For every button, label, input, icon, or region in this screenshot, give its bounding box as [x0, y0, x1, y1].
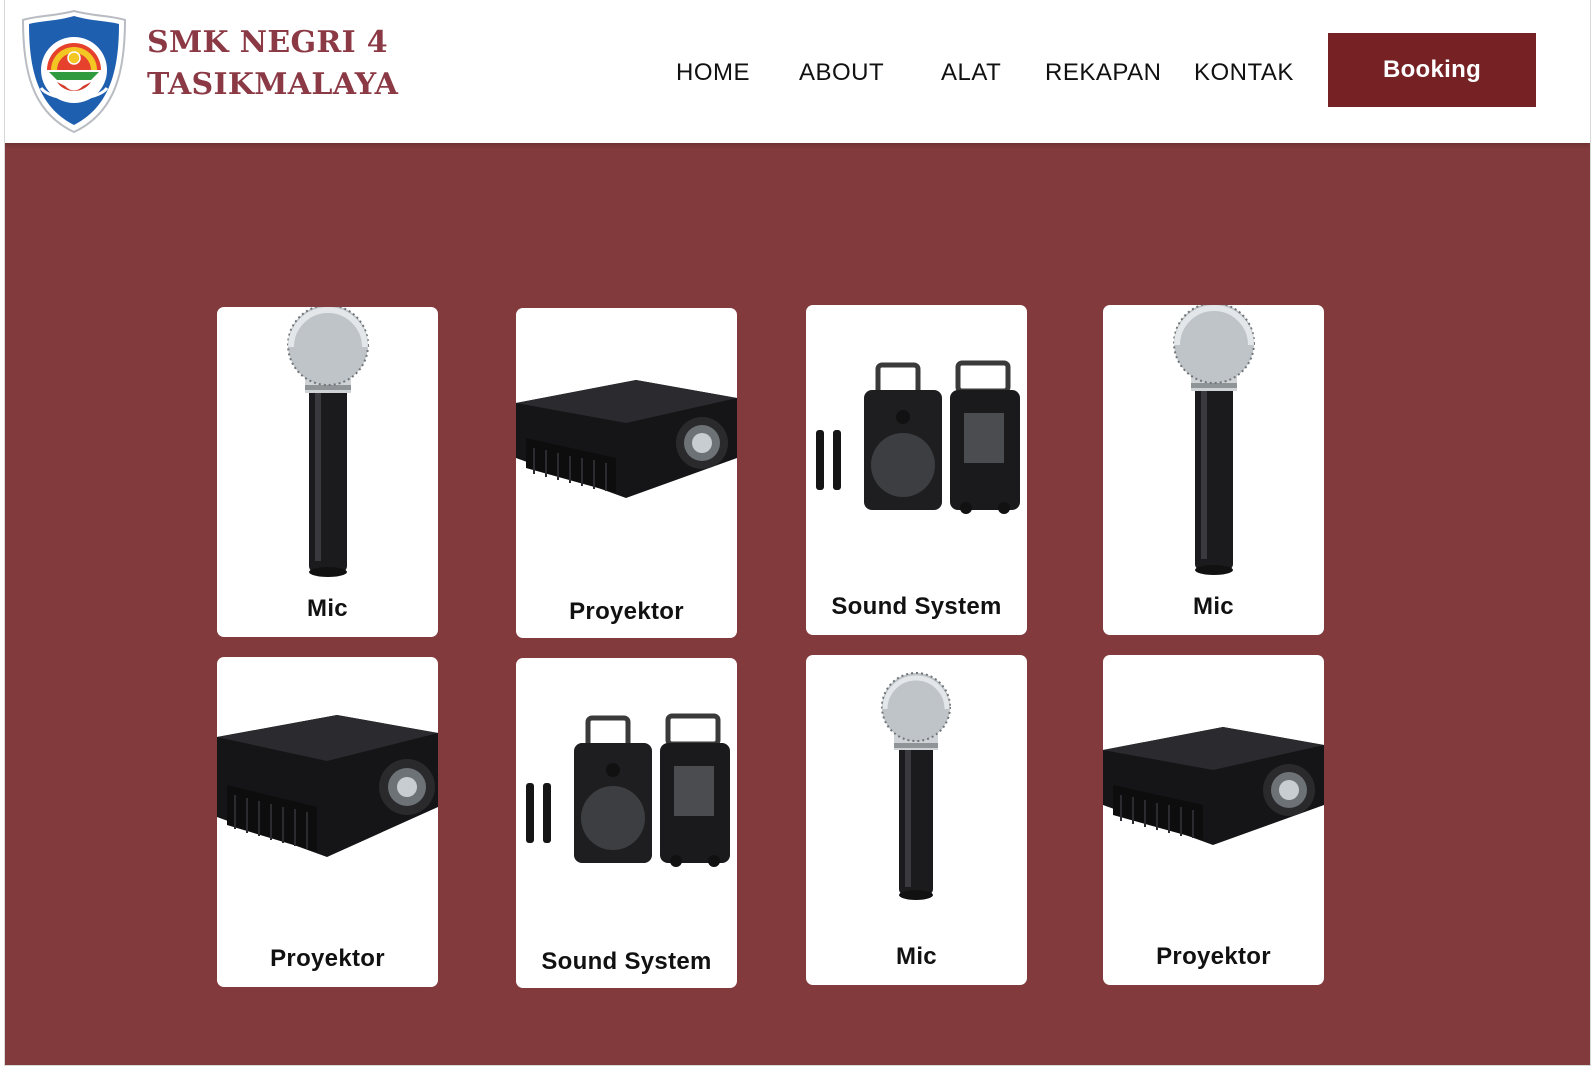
brand-line-1: SMK NEGRI 4: [147, 25, 388, 60]
booking-button[interactable]: Booking: [1328, 33, 1536, 107]
brand-line-2: TASIKMALAYA: [147, 67, 399, 102]
equipment-card-mic[interactable]: Mic: [217, 307, 438, 637]
microphone-image-icon: [1173, 305, 1255, 575]
projector-image-icon: [1103, 727, 1324, 845]
card-label: Sound System: [541, 948, 712, 975]
nav-kontak[interactable]: KONTAK: [1194, 58, 1294, 88]
nav-rekapan[interactable]: REKAPAN: [1045, 58, 1161, 88]
nav-about[interactable]: ABOUT: [799, 58, 884, 88]
card-label: Mic: [896, 943, 937, 970]
equipment-card-mic[interactable]: Mic: [806, 655, 1027, 985]
equipment-card-proyektor[interactable]: Proyektor: [1103, 655, 1324, 985]
equipment-card-proyektor[interactable]: Proyektor: [217, 657, 438, 987]
nav-home[interactable]: HOME: [676, 58, 750, 88]
projector-image-icon: [516, 380, 737, 498]
page-frame: SMK NEGRI 4 TASIKMALAYA HOME ABOUT ALAT …: [4, 0, 1591, 1066]
sound-system-image-icon: [526, 713, 730, 867]
card-label: Proyektor: [270, 945, 385, 972]
card-label: Mic: [1193, 593, 1234, 620]
microphone-image-icon: [881, 672, 951, 900]
card-label: Proyektor: [1156, 943, 1271, 970]
equipment-card-mic[interactable]: Mic: [1103, 305, 1324, 635]
nav-alat[interactable]: ALAT: [941, 58, 1001, 88]
card-label: Sound System: [831, 593, 1002, 620]
brand-name[interactable]: SMK NEGRI 4 TASIKMALAYA: [147, 22, 398, 106]
card-label: Proyektor: [569, 598, 684, 625]
projector-image-icon: [217, 715, 438, 857]
school-logo-icon: [21, 9, 127, 134]
equipment-card-sound-system[interactable]: Sound System: [806, 305, 1027, 635]
equipment-card-sound-system[interactable]: Sound System: [516, 658, 737, 988]
microphone-image-icon: [287, 307, 369, 577]
sound-system-image-icon: [816, 360, 1020, 514]
equipment-section: Mic Proyektor Sound System Mic Proyektor…: [5, 143, 1590, 1065]
site-header: SMK NEGRI 4 TASIKMALAYA HOME ABOUT ALAT …: [5, 0, 1590, 143]
equipment-card-proyektor[interactable]: Proyektor: [516, 308, 737, 638]
card-label: Mic: [307, 595, 348, 622]
